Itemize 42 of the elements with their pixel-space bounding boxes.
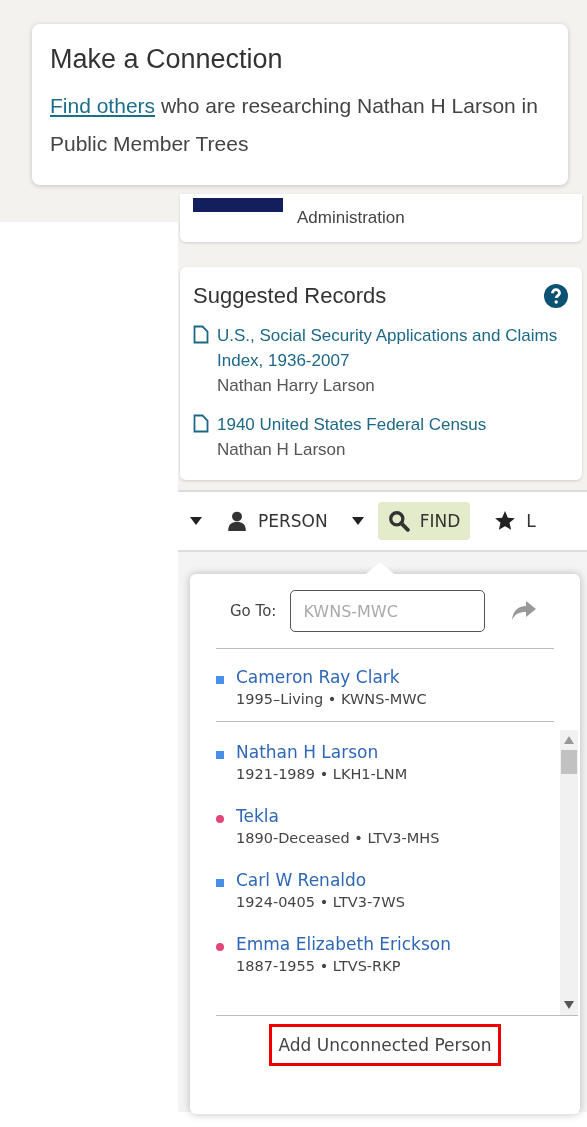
person-name-link[interactable]: Tekla bbox=[236, 806, 440, 826]
person-details: 1887-1955 • LTVS-RKP bbox=[236, 958, 402, 974]
connection-text: Find others who are researching Nathan H Larson in Public Member Trees bbox=[50, 93, 539, 157]
add-unconnected-person-button[interactable]: Add Unconnected Person bbox=[269, 1024, 501, 1066]
person-details: 1995–Living • KWNS-MWC bbox=[236, 691, 427, 707]
share-arrow-icon[interactable] bbox=[511, 600, 538, 622]
female-marker-icon bbox=[216, 943, 224, 951]
caret-icon[interactable] bbox=[190, 517, 202, 525]
person-details: 1890-Deceased • LTV3-MHS bbox=[236, 830, 440, 846]
person-details: 1924-0405 • LTV3-7WS bbox=[236, 894, 405, 910]
male-marker-icon bbox=[216, 676, 224, 684]
person-name-link[interactable]: Carl W Renaldo bbox=[236, 870, 405, 890]
search-icon bbox=[387, 510, 410, 532]
scrollbar[interactable] bbox=[560, 730, 578, 1015]
star-icon bbox=[494, 510, 517, 532]
person-details: 1921-1989 • LKH1-LNM bbox=[236, 766, 408, 782]
female-marker-icon bbox=[216, 815, 224, 823]
record-person-name: Nathan H Larson bbox=[217, 439, 347, 461]
document-icon bbox=[193, 325, 209, 344]
document-icon bbox=[193, 414, 209, 433]
find-others-link[interactable]: Find others bbox=[50, 94, 156, 117]
find-tab[interactable]: FIND bbox=[377, 502, 471, 540]
record-link[interactable]: U.S., Social Security Applications and Claims Index, 1936-2007 bbox=[217, 323, 568, 373]
star-tab[interactable]: L bbox=[484, 502, 546, 540]
goto-label: Go To: bbox=[230, 602, 277, 620]
male-marker-icon bbox=[216, 751, 224, 759]
card-title: Make a Connection bbox=[50, 44, 284, 75]
card-title: Suggested Records bbox=[193, 283, 387, 309]
person-tab[interactable]: PERSON bbox=[216, 502, 338, 540]
record-person-name: Nathan Harry Larson bbox=[217, 375, 376, 397]
caret-icon[interactable] bbox=[351, 517, 364, 525]
person-icon bbox=[226, 510, 248, 532]
goto-field[interactable]: KWNS-MWC bbox=[290, 590, 486, 632]
scroll-down-icon[interactable] bbox=[564, 1001, 574, 1009]
person-name-link[interactable]: Emma Elizabeth Erickson bbox=[236, 934, 451, 954]
scroll-thumb[interactable] bbox=[561, 750, 577, 774]
person-name-link[interactable]: Cameron Ray Clark bbox=[236, 667, 427, 687]
record-text: Administration bbox=[297, 208, 405, 228]
help-icon[interactable] bbox=[544, 284, 568, 308]
person-name-link[interactable]: Nathan H Larson bbox=[236, 742, 408, 762]
record-link[interactable]: 1940 United States Federal Census bbox=[217, 412, 487, 437]
male-marker-icon bbox=[216, 879, 224, 887]
